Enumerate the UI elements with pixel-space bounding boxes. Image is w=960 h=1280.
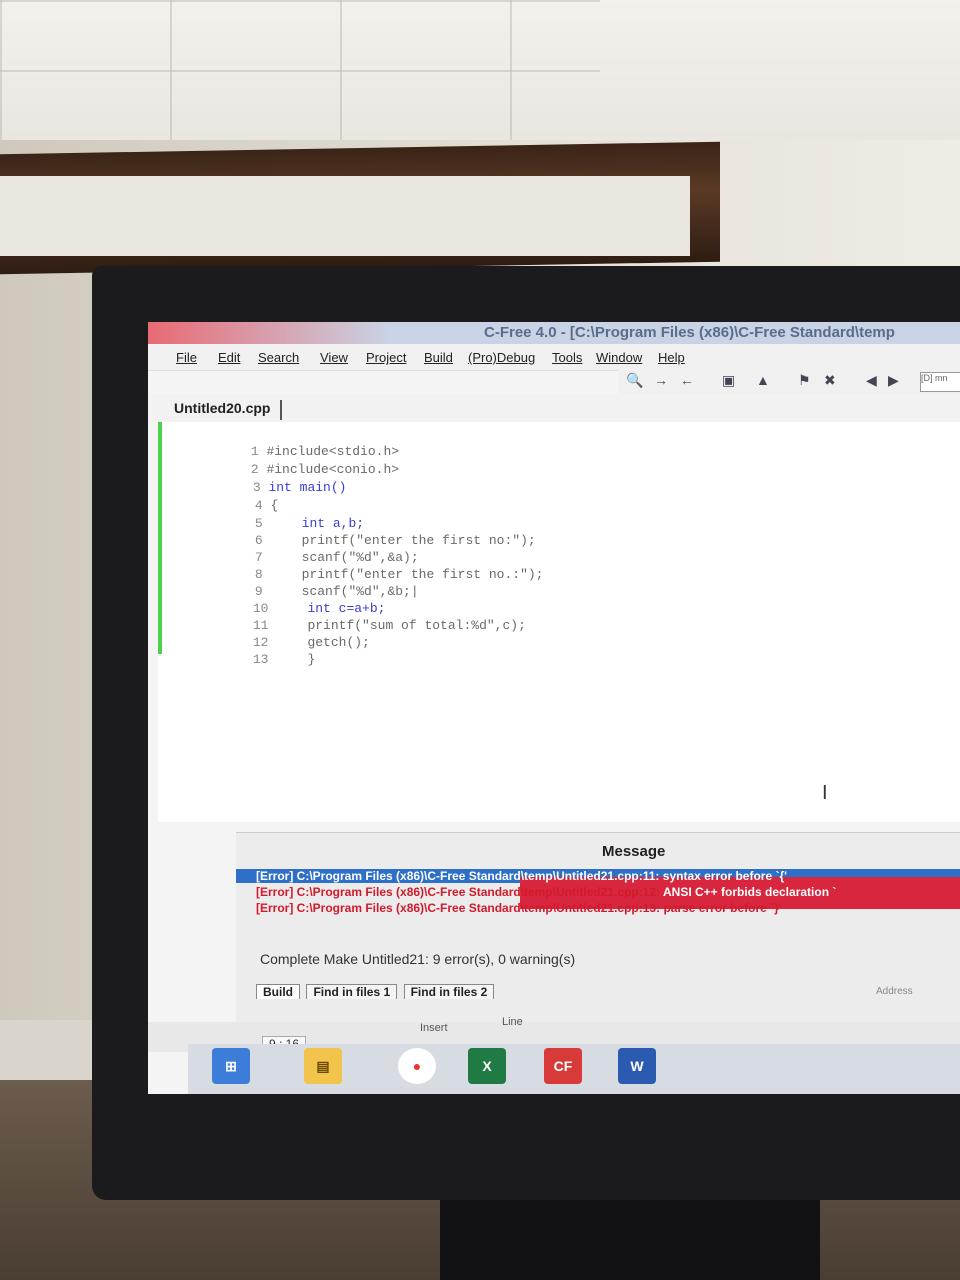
toolbar-combo[interactable]: [D] mn xyxy=(920,372,960,392)
menu-build[interactable]: Build xyxy=(424,350,453,365)
ceiling-grid xyxy=(0,0,600,140)
find-next-icon[interactable]: → xyxy=(654,372,668,388)
clear-bookmark-icon[interactable]: ✖ xyxy=(824,372,836,389)
error-row[interactable]: [Error] C:\Program Files (x86)\C-Free St… xyxy=(256,885,836,899)
message-tabs: Build Find in files 1 Find in files 2 xyxy=(256,983,496,1001)
menu-debug[interactable]: (Pro)Debug xyxy=(468,350,535,365)
text-cursor: | xyxy=(410,584,419,599)
menu-search[interactable]: Search xyxy=(258,350,299,365)
whiteboard xyxy=(0,176,690,256)
toggle-icon[interactable]: ▲ xyxy=(756,372,770,388)
excel-icon[interactable]: X xyxy=(468,1048,506,1084)
modified-gutter-bar xyxy=(158,422,162,654)
code-line: 13 } xyxy=(206,637,315,667)
screen: C-Free 4.0 - [C:\Program Files (x86)\C-F… xyxy=(148,322,960,1094)
mouse-ibeam-icon: I xyxy=(822,782,828,804)
file-tab[interactable]: Untitled20.cpp xyxy=(162,400,283,420)
tab-find-in-files-2[interactable]: Find in files 2 xyxy=(403,984,495,999)
menu-tools[interactable]: Tools xyxy=(552,350,582,365)
error-detail: syntax error before `{' xyxy=(662,869,787,883)
taskbar: ⊞ ▤ ● X CF W xyxy=(188,1044,960,1094)
menu-edit[interactable]: Edit xyxy=(218,350,240,365)
find-prev-icon[interactable]: ← xyxy=(680,372,694,388)
tab-build[interactable]: Build xyxy=(256,984,300,999)
code-line: 3 int main() xyxy=(206,465,347,495)
line-number: 13 xyxy=(252,652,269,667)
code-line: 1 #include<stdio.h> xyxy=(204,429,399,459)
code-line: 5 int a,b; xyxy=(208,501,364,531)
menu-view[interactable]: View xyxy=(320,350,348,365)
menu-window[interactable]: Window xyxy=(596,350,642,365)
menu-project[interactable]: Project xyxy=(366,350,406,365)
code-line: 7 scanf("%d",&a); xyxy=(208,535,419,565)
message-title: Message xyxy=(602,843,666,860)
error-row[interactable]: [Error] C:\Program Files (x86)\C-Free St… xyxy=(256,901,782,915)
error-detail: ANSI C++ forbids declaration ` xyxy=(662,885,837,899)
title-bar: C-Free 4.0 - [C:\Program Files (x86)\C-F… xyxy=(148,322,960,344)
cfree-icon[interactable]: CF xyxy=(544,1048,582,1084)
code-text: } xyxy=(276,652,316,667)
file-explorer-icon[interactable]: ▤ xyxy=(304,1048,342,1084)
code-line: 2 #include<conio.h> xyxy=(204,447,399,477)
window-title: C-Free 4.0 - [C:\Program Files (x86)\C-F… xyxy=(484,324,895,341)
address-label: Address xyxy=(876,986,913,997)
error-path: [Error] C:\Program Files (x86)\C-Free St… xyxy=(256,901,661,915)
error-path: [Error] C:\Program Files (x86)\C-Free St… xyxy=(256,869,660,883)
code-line: 4 { xyxy=(208,483,278,513)
windows-start-icon[interactable]: ⊞ xyxy=(212,1048,250,1084)
replace-icon[interactable]: ▣ xyxy=(722,372,735,389)
file-tab-row: Untitled20.cpp xyxy=(148,394,960,422)
ceiling xyxy=(0,0,960,150)
code-editor[interactable]: 1 #include<stdio.h> 2 #include<conio.h> … xyxy=(158,422,960,822)
bookmark-icon[interactable]: ⚑ xyxy=(798,372,811,389)
chrome-icon[interactable]: ● xyxy=(398,1048,436,1084)
menu-help[interactable]: Help xyxy=(658,350,685,365)
code-line: 10 int c=a+b; xyxy=(206,586,386,616)
error-detail: parse error before `}' xyxy=(663,901,782,915)
menu-bar: File Edit Search View Project Build (Pro… xyxy=(148,344,960,371)
code-line: 11 printf("sum of total:%d",c); xyxy=(206,603,526,633)
forward-icon[interactable]: ▶ xyxy=(888,372,899,389)
code-line: 8 printf("enter the first no.:"); xyxy=(208,552,544,582)
error-row[interactable]: [Error] C:\Program Files (x86)\C-Free St… xyxy=(256,869,787,883)
error-path: [Error] C:\Program Files (x86)\C-Free St… xyxy=(256,885,661,899)
insert-mode: Insert xyxy=(420,1022,448,1034)
line-label: Line xyxy=(502,1016,523,1028)
menu-file[interactable]: File xyxy=(176,350,197,365)
code-line: 6 printf("enter the first no:"); xyxy=(208,518,536,548)
message-panel: Message [Error] C:\Program Files (x86)\C… xyxy=(236,832,960,1033)
code-text: int main() xyxy=(268,480,347,495)
back-icon[interactable]: ◀ xyxy=(866,372,877,389)
code-line: 12 getch(); xyxy=(206,620,370,650)
tab-find-in-files-1[interactable]: Find in files 1 xyxy=(306,984,398,999)
toolbar: 🔍 → ← ▣ ▲ ⚑ ✖ ◀ ▶ [D] mn xyxy=(618,370,960,394)
build-summary: Complete Make Untitled21: 9 error(s), 0 … xyxy=(260,951,576,967)
find-icon[interactable]: 🔍 xyxy=(626,372,643,389)
word-icon[interactable]: W xyxy=(618,1048,656,1084)
code-line: 9 scanf("%d",&b;| xyxy=(208,569,419,599)
